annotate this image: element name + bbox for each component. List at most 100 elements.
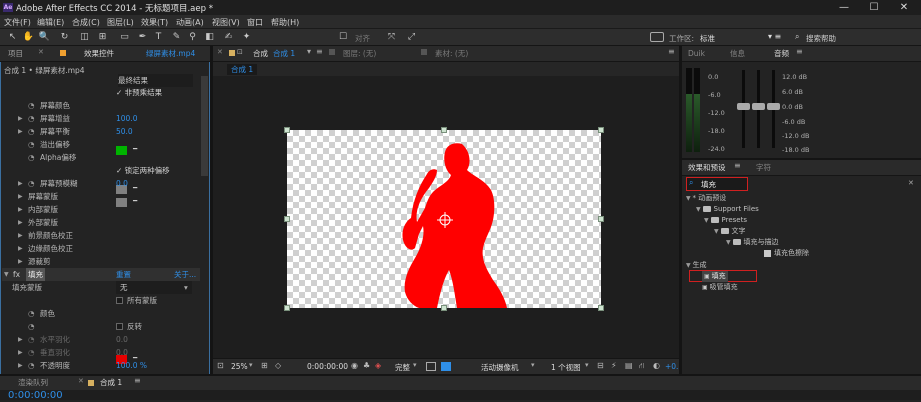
lock-biases-checkbox[interactable]: ✓ 锁定两种偏移 <box>116 164 170 177</box>
tree-fill-and-stroke[interactable]: ▼ 填充与描边 <box>726 237 779 248</box>
tab-comp-1[interactable]: 合成 1 <box>273 47 295 61</box>
invert-checkbox[interactable] <box>116 323 123 330</box>
tree-animation-presets[interactable]: ▼ * 动画预设 <box>686 193 726 204</box>
eyedropper-icon[interactable]: ━ <box>133 184 137 192</box>
stopwatch-icon[interactable]: ◔ <box>28 359 35 372</box>
timeline-timecode[interactable]: 0:00:00:00 <box>8 390 63 402</box>
clear-search-icon[interactable]: ✕ <box>908 179 914 187</box>
region-of-interest-icon[interactable] <box>426 362 436 371</box>
resolution-dropdown[interactable]: 完整 <box>395 362 410 373</box>
stopwatch-icon[interactable]: ◔ <box>28 307 35 320</box>
fill-effect-name[interactable]: 填充 <box>26 268 45 281</box>
chevron-down-icon[interactable]: ▾ <box>531 361 535 369</box>
toggle-pixel-aspect-icon[interactable]: ⊟ <box>597 361 604 370</box>
timeline-icon[interactable]: ▤ <box>625 361 633 370</box>
close-button[interactable]: ✕ <box>889 0 919 15</box>
menu-composition[interactable]: 合成(C) <box>72 17 100 28</box>
close-icon[interactable]: ✕ <box>217 48 223 56</box>
menu-view[interactable]: 视图(V) <box>212 17 240 28</box>
stopwatch-icon[interactable]: ◔ <box>28 151 35 164</box>
current-time[interactable]: 0:00:00:00 <box>307 362 348 371</box>
selection-tool-icon[interactable]: ↖ <box>6 31 19 44</box>
stopwatch-icon[interactable]: ◔ <box>28 138 35 151</box>
mask-visibility-icon[interactable]: ◇ <box>275 361 281 370</box>
tree-fill-color-wipe[interactable]: 填充色擦除 <box>764 248 809 259</box>
flowchart-icon[interactable]: ⛙ <box>639 361 645 371</box>
level-slider-right[interactable] <box>767 103 780 110</box>
transform-handle[interactable] <box>441 127 447 133</box>
fast-previews-icon[interactable]: ⚡ <box>611 361 617 370</box>
rectangle-tool-icon[interactable]: ▭ <box>118 31 131 44</box>
menu-layer[interactable]: 图层(L) <box>107 17 134 28</box>
chevron-down-icon[interactable]: ▾ <box>249 361 253 369</box>
tab-info[interactable]: 信息 <box>730 47 745 61</box>
panel-menu-icon[interactable]: ≡ <box>796 47 803 56</box>
stopwatch-icon[interactable]: ◔ <box>28 112 35 125</box>
tree-eyedropper-fill[interactable]: ▣ 吸管填充 <box>702 282 738 293</box>
effects-search-box[interactable]: ⌕ 填充 <box>686 177 748 191</box>
views-dropdown[interactable]: 1 个视图 <box>551 362 581 373</box>
stopwatch-icon[interactable]: ◔ <box>28 346 35 359</box>
eyedropper-icon[interactable]: ━ <box>133 197 137 205</box>
menu-window[interactable]: 窗口 <box>247 17 263 28</box>
search-help-input[interactable]: 搜索帮助 <box>806 33 836 44</box>
zoom-dropdown[interactable]: 25% <box>231 362 248 371</box>
show-snapshot-icon[interactable]: ♣ <box>363 361 370 370</box>
puppet-tool-icon[interactable]: ✦ <box>240 31 253 44</box>
tab-timeline-comp-1[interactable]: 合成 1 <box>100 376 122 390</box>
tree-fill-effect[interactable]: ▣ 填充 <box>702 271 728 282</box>
transform-handle[interactable] <box>284 127 290 133</box>
panel-menu-icon[interactable]: ≡ <box>134 376 141 385</box>
pan-behind-tool-icon[interactable]: ⊞ <box>96 31 109 44</box>
level-slider-left[interactable] <box>737 103 750 110</box>
transform-handle[interactable] <box>598 305 604 311</box>
tree-text[interactable]: ▼ 文字 <box>714 226 746 237</box>
about-link[interactable]: 关于... <box>174 268 196 281</box>
transparency-grid-icon[interactable] <box>441 362 451 371</box>
transform-handle[interactable] <box>441 305 447 311</box>
camera-dropdown[interactable]: 活动摄像机 <box>481 362 519 373</box>
screen-gain-value[interactable]: 100.0 <box>116 112 137 125</box>
snap-options-icon[interactable]: ⤢ <box>405 31 418 44</box>
comp-subtab[interactable]: 合成 1 <box>227 64 258 75</box>
chevron-down-icon[interactable]: ▾ <box>413 361 417 369</box>
exposure-icon[interactable]: ◐ <box>653 361 660 370</box>
alpha-bias-swatch[interactable] <box>116 198 127 207</box>
tab-composition[interactable]: 合成 <box>253 47 268 61</box>
channel-icon[interactable]: ◈ <box>375 361 381 370</box>
transform-handle[interactable] <box>598 216 604 222</box>
minimize-button[interactable]: — <box>829 0 859 15</box>
chevron-down-icon[interactable]: ▾ <box>184 281 188 294</box>
fill-mask-dropdown[interactable]: 无 <box>116 281 192 294</box>
tab-layer[interactable]: 图层: (无) <box>343 47 376 61</box>
fill-effect-header[interactable]: ▼ fx 填充 重置 关于... <box>2 268 200 281</box>
level-slider-master[interactable] <box>752 103 765 110</box>
transform-handle[interactable] <box>284 216 290 222</box>
brush-tool-icon[interactable]: ✎ <box>170 31 183 44</box>
close-icon[interactable]: ✕ <box>38 48 44 56</box>
maximize-button[interactable]: ☐ <box>859 0 889 15</box>
effects-search-input[interactable]: 填充 <box>701 179 716 190</box>
chevron-down-icon[interactable]: ▾ <box>307 47 311 56</box>
camera-tool-icon[interactable]: ◫ <box>78 31 91 44</box>
left-panel-scrollbar[interactable] <box>201 76 208 176</box>
workspace-select[interactable]: 标准 <box>700 33 715 44</box>
zoom-tool-icon[interactable]: 🔍 <box>38 31 51 44</box>
fx-icon[interactable]: fx <box>13 268 20 281</box>
clone-stamp-tool-icon[interactable]: ⚲ <box>186 31 199 44</box>
tab-effect-controls[interactable]: 效果控件 <box>84 47 114 61</box>
tab-project[interactable]: 项目 <box>8 47 23 61</box>
chevron-down-icon[interactable]: ▾ <box>585 361 589 369</box>
lock-icon[interactable]: ⊡ <box>237 48 243 56</box>
eyedropper-icon[interactable]: ━ <box>133 145 137 153</box>
reset-link[interactable]: 重置 <box>116 268 131 281</box>
tab-effects-presets[interactable]: 效果和预设 <box>688 161 726 175</box>
workspace-icon[interactable] <box>650 32 664 42</box>
stopwatch-icon[interactable]: ◔ <box>28 320 35 333</box>
stopwatch-icon[interactable]: ◔ <box>28 333 35 346</box>
snapshot-icon[interactable]: ◉ <box>351 361 358 370</box>
tree-support-files[interactable]: ▼ Support Files <box>696 204 759 215</box>
hand-tool-icon[interactable]: ✋ <box>22 31 35 44</box>
transform-handle[interactable] <box>598 127 604 133</box>
composition-canvas[interactable] <box>287 130 601 308</box>
